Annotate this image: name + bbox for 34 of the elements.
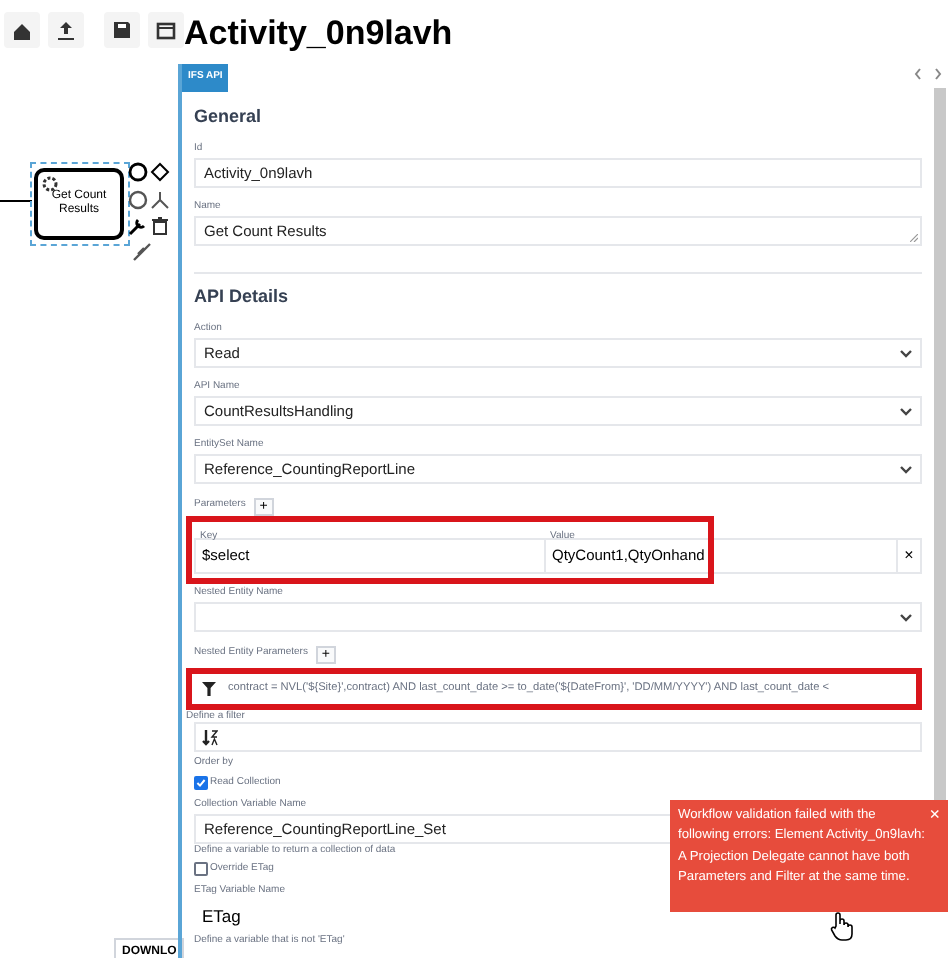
branch-icon[interactable]: [150, 190, 170, 210]
caret-icon: [900, 407, 912, 415]
caret-icon: [900, 613, 912, 621]
panel-title: Activity_0n9lavh: [182, 12, 453, 54]
section-title: API Details: [194, 284, 291, 308]
chevron-right-icon[interactable]: [934, 68, 942, 80]
home-button[interactable]: [4, 12, 40, 48]
panel-button[interactable]: [148, 12, 184, 48]
text-field[interactable]: ETag: [194, 900, 922, 934]
filter-icon: [202, 682, 216, 696]
hand-cursor-icon: [830, 912, 854, 942]
circle-icon[interactable]: [128, 190, 148, 210]
select-field[interactable]: [194, 602, 922, 632]
order-field[interactable]: [194, 722, 922, 752]
close-button[interactable]: ×: [929, 802, 940, 829]
trash-icon[interactable]: [150, 216, 170, 236]
wrench-icon[interactable]: [128, 216, 148, 236]
upload-button[interactable]: [48, 12, 84, 48]
caret-icon: [900, 349, 912, 357]
sort-icon: [202, 729, 218, 745]
caret-icon: [900, 465, 912, 473]
save-button[interactable]: [104, 12, 140, 48]
home-icon: [12, 19, 32, 41]
upload-icon: [56, 19, 76, 41]
diamond-icon[interactable]: [150, 162, 170, 182]
panel-icon: [156, 19, 176, 41]
chevron-left-icon[interactable]: [914, 68, 922, 80]
save-icon: [112, 19, 132, 41]
circle-icon[interactable]: [128, 162, 148, 182]
remove-button[interactable]: ×: [896, 540, 920, 572]
connect-icon[interactable]: [132, 242, 152, 262]
checkbox[interactable]: [194, 862, 208, 876]
section-title: General: [194, 104, 264, 128]
resize-handle-icon[interactable]: [910, 234, 918, 242]
